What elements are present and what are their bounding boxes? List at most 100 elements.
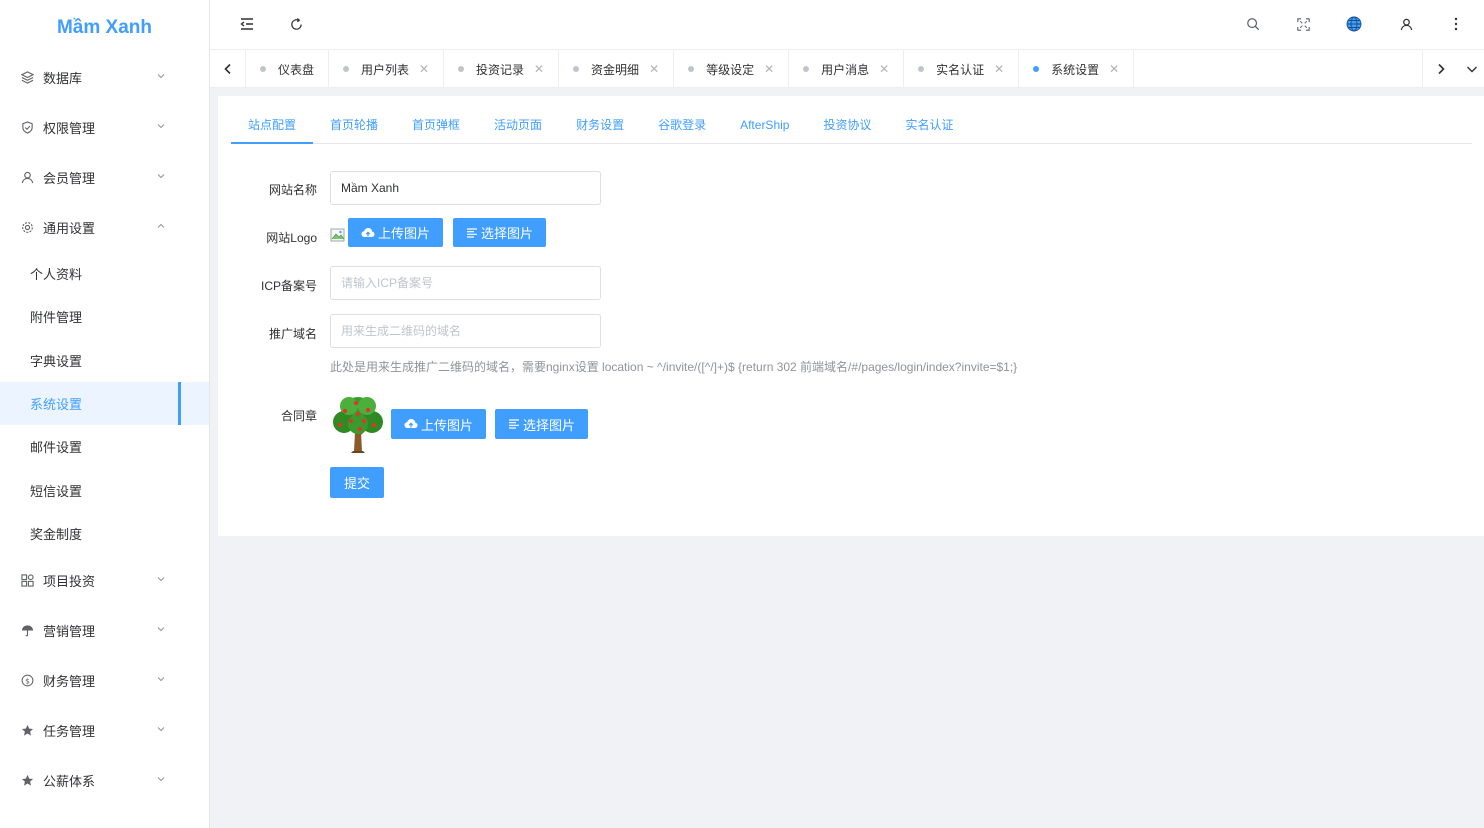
refresh-icon[interactable]: [287, 15, 305, 33]
umbrella-icon: [20, 623, 34, 637]
sidebar-subitem-profile[interactable]: 个人资料: [0, 252, 209, 295]
chevron-down-icon: [157, 74, 165, 79]
tab-status-dot: [458, 66, 465, 72]
sidebar-item-label: 项目投资: [43, 573, 96, 589]
sidebar-subitem-sms-settings[interactable]: 短信设置: [0, 468, 209, 511]
tab-label: 实名认证: [936, 62, 985, 77]
sidebar-subitem-system-settings[interactable]: 系统设置: [0, 381, 209, 426]
subtab-investment-agreement[interactable]: 投资协议: [806, 96, 888, 144]
tab-fund-details[interactable]: 资金明细 ✕: [559, 50, 675, 88]
sidebar-item-salary-system[interactable]: 公薪体系: [0, 755, 209, 805]
user-icon[interactable]: [1397, 15, 1415, 33]
sidebar-item-members[interactable]: 会员管理: [0, 152, 209, 202]
tab-status-dot: [573, 66, 580, 72]
close-icon[interactable]: ✕: [649, 62, 659, 76]
sidebar-item-database[interactable]: 数据库: [0, 52, 209, 102]
logo-choose-button[interactable]: 选择图片: [453, 218, 547, 247]
tab-system-settings[interactable]: 系统设置 ✕: [1019, 50, 1135, 88]
tabs-bar: 仪表盘 用户列表 ✕ 投资记录 ✕ 资金明细 ✕ 等级设定 ✕ 用户消息 ✕ 实…: [210, 50, 1484, 88]
tabs-scroll-left-button[interactable]: [210, 50, 246, 88]
search-icon[interactable]: [1244, 15, 1262, 33]
tab-user-list[interactable]: 用户列表 ✕: [329, 50, 445, 88]
tab-real-name-auth[interactable]: 实名认证 ✕: [904, 50, 1020, 88]
seal-upload-button[interactable]: 上传图片: [391, 409, 487, 439]
promo-domain-input[interactable]: [330, 314, 601, 348]
sidebar-item-marketing[interactable]: 营销管理: [0, 605, 209, 655]
tab-status-dot: [803, 66, 810, 72]
subtab-home-carousel[interactable]: 首页轮播: [313, 96, 395, 144]
chevron-down-icon: [157, 677, 165, 682]
chevron-down-icon: [157, 124, 165, 129]
cloud-upload-icon: [361, 227, 375, 239]
tab-status-dot: [688, 66, 695, 72]
chevron-down-icon: [157, 174, 165, 179]
chevron-left-icon: [223, 63, 231, 75]
close-icon[interactable]: ✕: [879, 62, 889, 76]
globe-language-icon[interactable]: [1345, 15, 1363, 33]
logo-upload-button[interactable]: 上传图片: [348, 218, 444, 247]
sidebar-item-finance[interactable]: $ 财务管理: [0, 655, 209, 705]
subtab-google-login[interactable]: 谷歌登录: [641, 96, 723, 144]
subtab-real-name-auth[interactable]: 实名认证: [888, 96, 970, 144]
sidebar-item-label: 通用设置: [43, 220, 96, 236]
tabs-more-button[interactable]: [1460, 50, 1484, 88]
close-icon[interactable]: ✕: [419, 62, 429, 76]
chevron-up-icon: [157, 223, 165, 228]
sidebar-subitem-bonus-system[interactable]: 奖金制度: [0, 512, 209, 555]
contract-seal-label: 合同章: [280, 409, 317, 423]
close-icon[interactable]: ✕: [994, 62, 1004, 76]
tab-dashboard[interactable]: 仪表盘: [246, 50, 330, 88]
more-vertical-icon[interactable]: [1447, 15, 1465, 33]
tab-investment-records[interactable]: 投资记录 ✕: [444, 50, 560, 88]
sidebar: Mầm Xanh 数据库 权限管理 会员管理 通用设置 个人资料 附件管理 字典…: [0, 0, 210, 828]
top-header: [210, 0, 1484, 50]
sidebar-item-general-settings[interactable]: 通用设置: [0, 202, 209, 252]
coin-icon: $: [20, 673, 34, 687]
broken-image-icon: [330, 227, 346, 243]
tab-status-dot: [343, 66, 350, 72]
app-logo[interactable]: Mầm Xanh: [0, 0, 209, 52]
button-label: 上传图片: [378, 226, 431, 241]
subtab-aftership[interactable]: AfterShip: [723, 96, 806, 144]
submit-button[interactable]: 提交: [330, 467, 385, 498]
tab-label: 用户消息: [821, 62, 870, 77]
sidebar-item-project-investment[interactable]: 项目投资: [0, 555, 209, 605]
close-icon[interactable]: ✕: [534, 62, 544, 76]
star-icon: [20, 773, 34, 787]
sidebar-item-label: 公薪体系: [43, 773, 96, 789]
sidebar-item-tasks[interactable]: 任务管理: [0, 705, 209, 755]
close-icon[interactable]: ✕: [764, 62, 774, 76]
tab-label: 仪表盘: [278, 62, 315, 77]
tab-label: 投资记录: [476, 62, 525, 77]
subtab-home-popup[interactable]: 首页弹框: [395, 96, 477, 144]
subtab-activity-page[interactable]: 活动页面: [477, 96, 559, 144]
tabs-scroll-right-button[interactable]: [1422, 50, 1458, 88]
tab-status-dot: [260, 66, 266, 72]
tab-level-settings[interactable]: 等级设定 ✕: [674, 50, 790, 88]
settings-card: 站点配置 首页轮播 首页弹框 活动页面 财务设置 谷歌登录 AfterShip …: [218, 96, 1484, 536]
subtab-finance-settings[interactable]: 财务设置: [559, 96, 641, 144]
chevron-down-icon: [157, 577, 165, 582]
svg-text:$: $: [25, 676, 30, 685]
grid-icon: [20, 573, 34, 587]
sidebar-subitem-dictionary[interactable]: 字典设置: [0, 339, 209, 382]
sidebar-item-label: 任务管理: [43, 723, 96, 739]
tab-user-messages[interactable]: 用户消息 ✕: [789, 50, 905, 88]
close-icon[interactable]: ✕: [1109, 62, 1119, 76]
tab-status-dot: [918, 66, 925, 72]
sidebar-item-permissions[interactable]: 权限管理: [0, 102, 209, 152]
tab-status-dot: [1033, 66, 1040, 72]
sidebar-subitem-mail-settings[interactable]: 邮件设置: [0, 425, 209, 468]
sidebar-subitem-attachments[interactable]: 附件管理: [0, 295, 209, 338]
fullscreen-icon[interactable]: [1294, 15, 1312, 33]
promo-domain-hint: 此处是用来生成推广二维码的域名，需要nginx设置 location ~ ^/i…: [330, 360, 1018, 374]
user-icon: [20, 170, 34, 184]
seal-choose-button[interactable]: 选择图片: [495, 409, 589, 439]
list-icon: [466, 227, 478, 239]
subtab-site-config[interactable]: 站点配置: [231, 96, 314, 144]
site-name-input[interactable]: [330, 171, 601, 205]
menu-fold-icon[interactable]: [238, 15, 256, 33]
promo-domain-label: 推广域名: [268, 327, 317, 341]
tab-label: 用户列表: [361, 62, 410, 77]
icp-input[interactable]: [330, 266, 601, 300]
